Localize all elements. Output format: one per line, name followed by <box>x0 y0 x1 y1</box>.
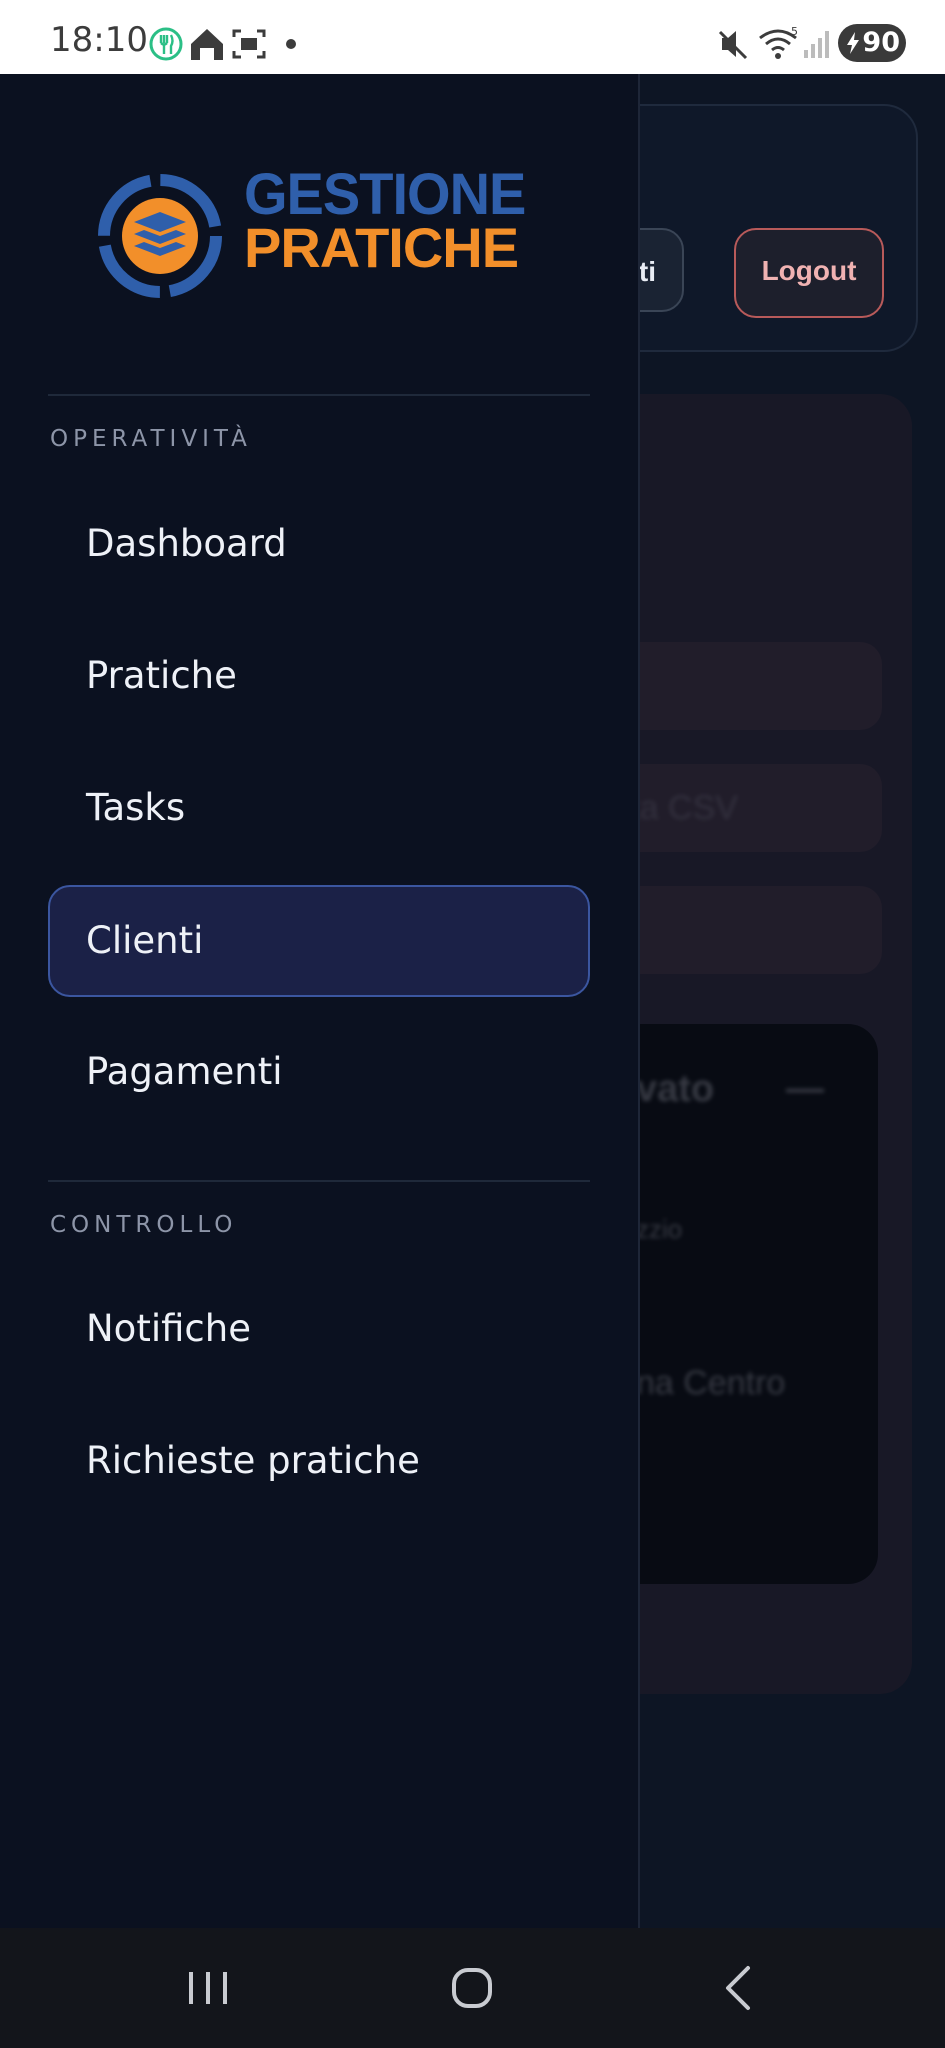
nav-item-label: Tasks <box>86 786 186 829</box>
nav-item-label: Pagamenti <box>86 1050 283 1093</box>
mute-icon <box>718 30 748 60</box>
nav-item-notifiche[interactable]: Notifiche <box>48 1273 590 1385</box>
status-bar: 18:10 5 90 <box>0 0 945 74</box>
sort-select[interactable] <box>600 886 882 974</box>
wifi-icon: 5 <box>759 26 798 59</box>
screenshot-icon <box>232 29 266 59</box>
section-label-operativita: OPERATIVITÀ <box>50 426 252 452</box>
svg-text:5: 5 <box>791 26 798 38</box>
app-logo[interactable]: GESTIONE PRATICHE <box>96 160 526 306</box>
battery-level: 90 <box>862 27 900 58</box>
back-icon[interactable] <box>678 1928 798 2048</box>
more-pill[interactable]: — <box>786 1068 824 1111</box>
status-pill: vato <box>636 1068 715 1110</box>
nav-item-label: Pratiche <box>86 654 237 697</box>
system-navigation-bar <box>0 1928 945 2048</box>
charging-bolt-icon <box>847 32 859 54</box>
logout-button[interactable]: Logout <box>734 228 884 318</box>
section-label-controllo: CONTROLLO <box>50 1212 238 1238</box>
logo-wordmark: GESTIONE PRATICHE <box>244 160 526 279</box>
recent-apps-icon[interactable] <box>148 1928 268 2048</box>
status-time: 18:10 <box>50 20 148 60</box>
logo-line-1: GESTIONE <box>244 160 526 227</box>
nav-item-tasks[interactable]: Tasks <box>48 752 590 864</box>
nav-item-dashboard[interactable]: Dashboard <box>48 488 590 600</box>
navigation-drawer: GESTIONE PRATICHE OPERATIVITÀ Dashboard … <box>0 74 640 1928</box>
nav-item-label: Richieste pratiche <box>86 1439 420 1482</box>
nav-item-pagamenti[interactable]: Pagamenti <box>48 1016 590 1128</box>
battery-indicator: 90 <box>838 24 906 62</box>
nav-item-clienti[interactable]: Clienti <box>48 885 590 997</box>
client-info-label: zzio <box>636 1214 683 1244</box>
divider <box>48 394 590 396</box>
fork-knife-icon <box>149 27 183 61</box>
nav-item-richieste-pratiche[interactable]: Richieste pratiche <box>48 1405 590 1517</box>
logo-mark-icon <box>98 174 222 298</box>
home-icon <box>191 29 223 60</box>
nav-item-label: Notifiche <box>86 1307 251 1350</box>
export-csv-button[interactable]: orta CSV <box>600 764 882 852</box>
logo-line-2: PRATICHE <box>244 216 519 279</box>
client-address: na Centro <box>636 1364 786 1402</box>
signal-icon <box>804 31 829 58</box>
nav-item-label: Clienti <box>86 919 204 962</box>
dot-icon <box>286 39 296 49</box>
home-button-icon[interactable] <box>412 1928 532 2048</box>
filter-select[interactable]: a <box>600 642 882 730</box>
nav-item-label: Dashboard <box>86 522 287 565</box>
nav-item-pratiche[interactable]: Pratiche <box>48 620 590 732</box>
divider <box>48 1180 590 1182</box>
